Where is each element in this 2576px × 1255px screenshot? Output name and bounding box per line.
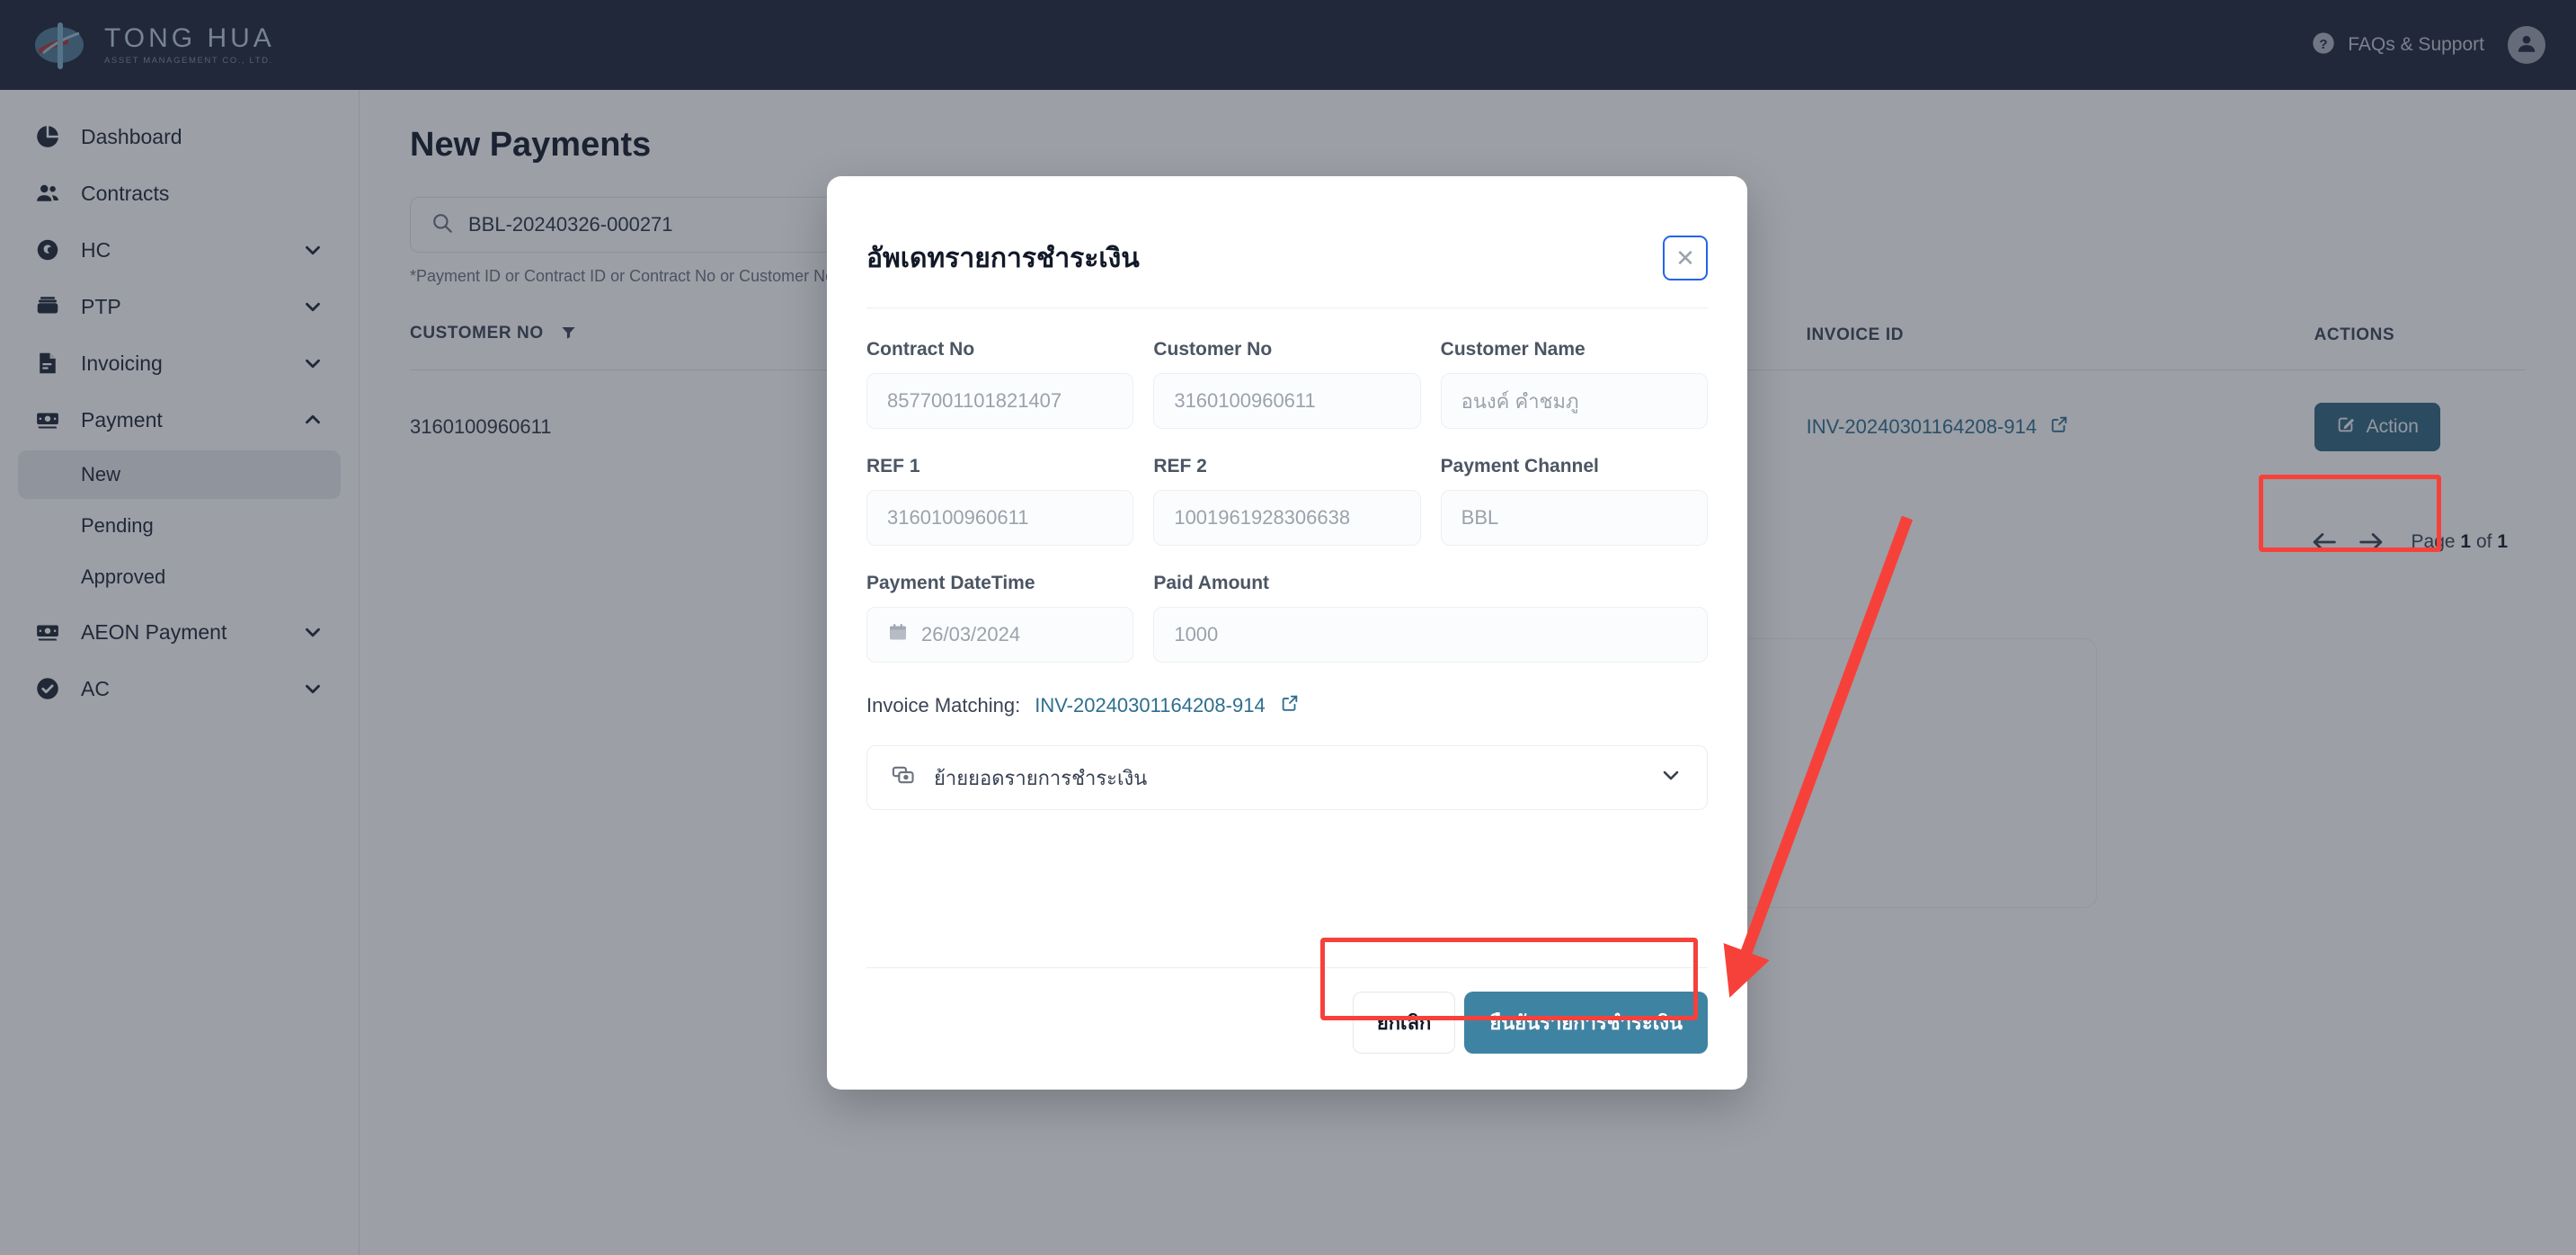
field-payment-channel: Payment Channel BBL [1440,456,1708,546]
field-label: Payment DateTime [866,573,1035,593]
ref2-input[interactable]: 1001961928306638 [1153,490,1421,546]
payment-datetime-value: 26/03/2024 [921,623,1021,645]
paid-amount-input[interactable]: 1000 [1153,607,1708,663]
customer-name-input[interactable]: อนงค์ คำชมภู [1440,373,1708,429]
close-icon[interactable]: ✕ [1663,236,1708,280]
confirm-payment-button[interactable]: ยืนยันรายการชำระเงิน [1464,992,1708,1054]
field-contract-no: Contract No 8577001101821407 [866,339,1134,429]
external-link-icon[interactable] [1280,693,1300,718]
field-paid-amount: Paid Amount 1000 [1153,573,1708,663]
chevron-down-icon[interactable] [1658,762,1683,793]
field-label: Paid Amount [1153,573,1270,593]
customer-no-input[interactable]: 3160100960611 [1153,373,1421,429]
field-payment-datetime: Payment DateTime 26/03/2024 [866,573,1134,663]
invoice-matching-row: Invoice Matching: INV-20240301164208-914 [866,693,1708,718]
calendar-icon [887,621,909,648]
move-money-icon [891,762,916,793]
field-label: REF 2 [1153,456,1207,476]
modal-header: อัพเดทรายการชำระเงิน ✕ [866,176,1708,308]
invoice-matching-label: Invoice Matching: [866,694,1021,717]
payment-form: Contract No 8577001101821407 Customer No… [866,339,1708,690]
field-ref2: REF 2 1001961928306638 [1153,456,1421,546]
field-label: Customer No [1153,339,1273,360]
payment-channel-input[interactable]: BBL [1440,490,1708,546]
accordion-label: ย้ายยอดรายการชำระเงิน [934,766,1148,789]
update-payment-modal: อัพเดทรายการชำระเงิน ✕ Contract No 85770… [827,176,1747,1090]
contract-no-input[interactable]: 8577001101821407 [866,373,1134,429]
modal-footer: ยกเลิก ยืนยันรายการชำระเงิน [866,967,1708,1090]
field-ref1: REF 1 3160100960611 [866,456,1134,546]
cancel-button[interactable]: ยกเลิก [1352,992,1456,1054]
field-label: Contract No [866,339,975,360]
field-customer-no: Customer No 3160100960611 [1153,339,1421,429]
move-payment-amount-accordion[interactable]: ย้ายยอดรายการชำระเงิน [866,745,1708,810]
payment-datetime-input[interactable]: 26/03/2024 [866,607,1134,663]
field-customer-name: Customer Name อนงค์ คำชมภู [1440,339,1708,429]
modal-title: อัพเดทรายการชำระเงิน [866,243,1140,273]
app-root: TONG HUA ASSET MANAGEMENT CO., LTD. ? FA… [0,0,2576,1255]
invoice-matching-link[interactable]: INV-20240301164208-914 [1035,694,1265,717]
field-label: Customer Name [1440,339,1586,360]
field-label: Payment Channel [1440,456,1599,476]
ref1-input[interactable]: 3160100960611 [866,490,1134,546]
field-label: REF 1 [866,456,920,476]
